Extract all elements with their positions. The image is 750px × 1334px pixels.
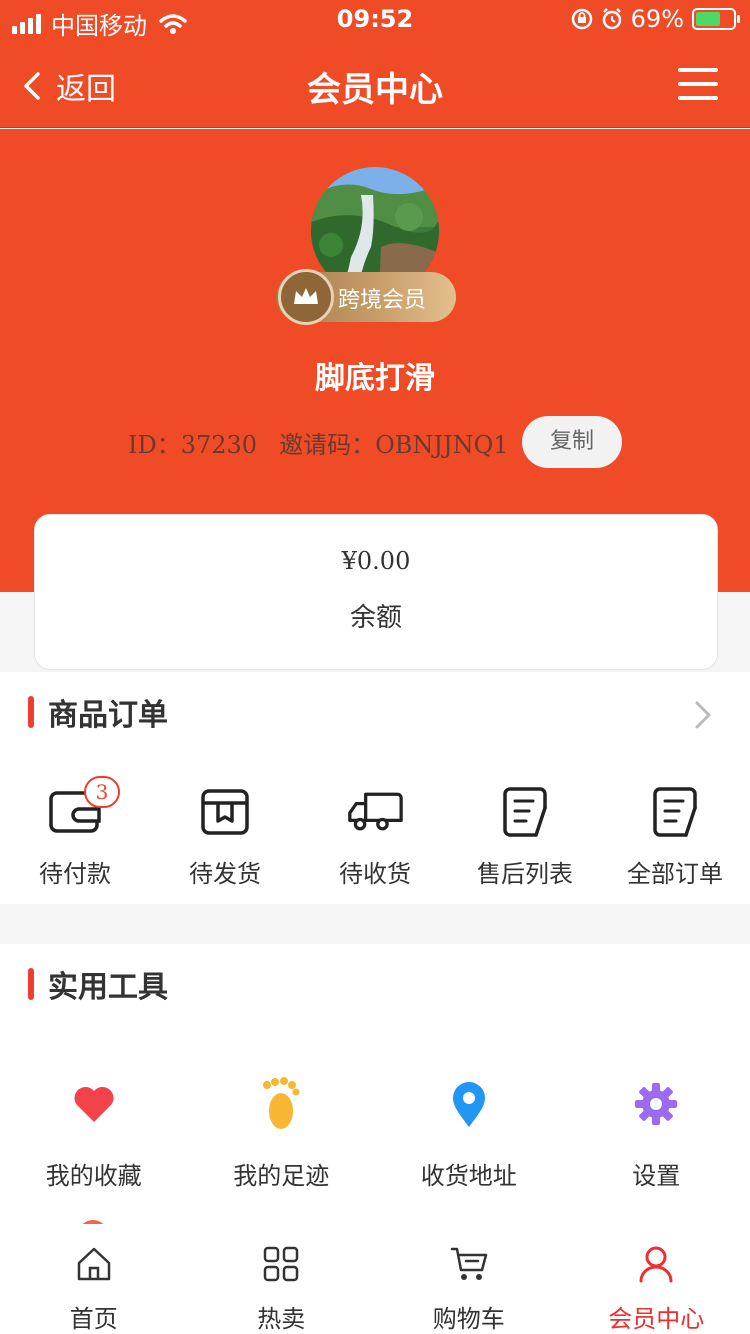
tool-favorites[interactable]: 我的收藏 [0,1076,188,1191]
tab-label: 热卖 [257,1305,306,1333]
tool-grid: 我的收藏 我的足迹 收货地址 设置 [0,1076,750,1191]
tab-cart[interactable]: 购物车 [375,1224,563,1334]
tab-member-center[interactable]: 会员中心 [563,1224,750,1334]
location-pin-icon [445,1076,493,1132]
tool-footprints[interactable]: 我的足迹 [188,1076,376,1191]
document-icon [497,784,553,840]
tool-label: 设置 [632,1162,681,1190]
footprint-icon [257,1076,305,1132]
order-grid: 3 待付款 待发货 待收货 售后列表 全部订单 [0,776,750,889]
pending-payment-badge: 3 [84,776,120,808]
order-all[interactable]: 全部订单 [600,784,750,889]
menu-line [678,82,718,86]
chevron-right-icon[interactable] [694,700,712,730]
member-badge: 跨境会员 [276,269,456,325]
id-row: ID：37230 邀请码：OBNJJNQ1 [128,425,509,460]
user-id: ID：37230 [128,431,258,459]
home-icon [74,1244,114,1283]
balance-value: ¥0.00 [341,547,411,575]
document-icon [647,784,703,840]
tool-settings[interactable]: 设置 [563,1076,750,1191]
page-title: 会员中心 [307,70,443,110]
nav-bar: 返回 会员中心 [0,40,750,128]
balance-card[interactable]: ¥0.00 余额 [34,514,718,670]
invite-code: 邀请码：OBNJJNQ1 [279,431,509,459]
balance-label: 余额 [349,603,402,633]
order-label: 待收货 [339,860,411,888]
menu-line [678,68,718,72]
order-label: 待发货 [189,860,261,888]
order-after-sales[interactable]: 售后列表 [450,784,600,889]
orders-title: 商品订单 [48,698,168,733]
order-pending-receipt[interactable]: 待收货 [300,784,450,889]
order-pending-payment[interactable]: 3 待付款 [0,776,150,889]
menu-line [678,96,718,100]
tab-home[interactable]: 首页 [0,1224,188,1334]
tools-header: 实用工具 [28,964,168,1005]
battery-percent: 69% [630,5,684,33]
screen: 中国移动 09:52 69% 返回 会员中心 跨境会员 脚底打滑 ID：3723… [0,0,750,1334]
orders-section: 商品订单 3 待付款 待发货 待收货 售后列表 全部订单 [0,672,750,904]
tool-label: 收货地址 [420,1162,517,1190]
tool-label: 我的收藏 [45,1162,142,1190]
status-bar: 中国移动 09:52 69% [0,0,750,40]
tool-address[interactable]: 收货地址 [375,1076,563,1191]
order-label: 全部订单 [627,860,723,888]
tab-label: 首页 [69,1305,118,1333]
tool-label: 我的足迹 [233,1162,330,1190]
cart-icon [449,1244,489,1283]
tab-hot[interactable]: 热卖 [188,1224,376,1334]
tab-bar: 首页 热卖 购物车 会员中心 [0,1224,750,1334]
crown-icon [278,269,334,325]
rotation-lock-icon [571,8,592,30]
username: 脚底打滑 [315,361,435,396]
orders-header[interactable]: 商品订单 [28,692,168,733]
battery-icon [692,8,740,30]
truck-icon [347,784,403,840]
section-marker [28,968,34,1000]
package-icon [197,784,253,840]
tab-label: 购物车 [432,1305,505,1333]
heart-icon [70,1076,118,1132]
menu-button[interactable] [678,68,718,100]
tools-title: 实用工具 [48,970,168,1005]
order-label: 售后列表 [477,860,573,888]
order-pending-shipment[interactable]: 待发货 [150,784,300,889]
gear-icon [632,1076,680,1132]
member-badge-label: 跨境会员 [338,288,427,313]
alarm-icon [602,8,621,30]
status-right: 69% [571,5,740,33]
grid-icon [261,1244,301,1283]
section-marker [28,696,34,728]
user-icon [636,1244,676,1283]
copy-button[interactable]: 复制 [522,416,622,468]
order-label: 待付款 [39,860,111,888]
tab-label: 会员中心 [608,1305,705,1333]
